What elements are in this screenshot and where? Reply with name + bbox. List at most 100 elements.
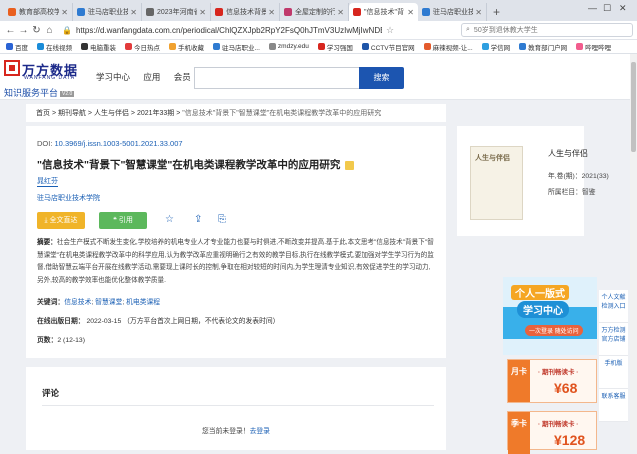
bookmark-item[interactable]: 教育部门户网 [519,42,567,52]
bookmark-star-icon[interactable]: ☆ [386,25,394,36]
reload-icon[interactable]: ↻ [30,25,43,36]
pdf-icon[interactable] [345,160,355,170]
search-button[interactable]: 搜索 [359,67,404,89]
bookmark-item[interactable]: 在线视频 [37,42,72,52]
browser-search-input[interactable]: ⌕ 50岁到退休教大学生 [461,23,633,37]
close-tab-icon[interactable]: ✕ [199,8,206,17]
back-icon[interactable]: ← [4,25,17,36]
publish-date: 在线出版日期： 2022-03-15 （万方平台首次上网日期，不代表论文的发表时… [37,318,280,325]
journal-cover[interactable]: 人生与伴侣 [470,146,523,220]
bookmark-item[interactable]: 驻马店职业... [213,42,260,52]
browser-tab[interactable]: 驻马店职业技 ✕ [73,3,142,21]
login-prompt: 您当前未登录！去登录 [202,428,270,435]
bookmark-icon [37,43,44,50]
favicon-icon [146,8,154,16]
nav-apps[interactable]: 应用 [143,72,160,82]
bookmark-icon [268,43,276,50]
download-button[interactable]: ⤓ 全文直达 [37,212,85,229]
browser-tab[interactable]: 驻马店职业技 ✕ [418,3,487,21]
bookmark-icon [317,43,325,50]
tab-label: 教育部高校学 [19,9,60,16]
bookmark-icon [481,43,489,50]
article-title: "信息技术"背景下"智慧课堂"在机电类课程教学改革中的应用研究 [37,157,355,172]
close-tab-icon[interactable]: ✕ [61,8,68,17]
keyword-link[interactable]: 智慧课堂 [95,299,122,306]
monthly-card-promo[interactable]: 月卡 · 期刊畅读卡 · ¥68 [507,359,597,403]
browser-tab[interactable]: 2023年河南省 ✕ [142,3,211,21]
journal-name[interactable]: 人生与伴侣 [548,148,588,159]
scrollbar[interactable] [630,54,637,450]
close-tab-icon[interactable]: ✕ [130,8,137,17]
favicon-icon [284,8,292,16]
browser-tab[interactable]: "信息技术"背 ✕ [349,3,418,21]
bookmarks-bar: 百度 在线视频 电脑重装 今日热点 手机收藏 驻马店职业... zmdzy.edu 学习强国 C… [0,40,637,54]
affiliation-link[interactable]: 驻马店职业技术学院 [37,193,100,203]
close-tab-icon[interactable]: ✕ [268,8,275,17]
close-tab-icon[interactable]: ✕ [475,8,482,17]
cite-button[interactable]: ❝ 引用 [99,212,147,229]
breadcrumb-home[interactable]: 首页 [36,108,50,118]
customer-service-link[interactable]: 联系客服 [599,389,628,422]
mobile-version-link[interactable]: 手机版 [599,356,628,389]
bookmark-item[interactable]: CCTV节目官网 [361,42,415,52]
main-nav: 学习中心 应用 会员 [96,71,202,83]
breadcrumb: 首页 > 期刊导航 > 人生与伴侣 > 2021年33期 > "信息技术"背景下… [26,104,446,122]
favorite-star-icon[interactable]: ☆ [165,214,174,225]
favicon-icon [422,8,430,16]
quarterly-card-promo[interactable]: 季卡 · 期刊畅读卡 · ¥128 [507,411,597,454]
plagiarism-check-link[interactable]: 个人文献检测入口 [599,290,628,323]
bookmark-item[interactable]: 学习强国 [317,42,353,52]
version-badge: V2.0 [60,90,75,97]
forward-icon[interactable]: → [17,25,30,36]
bookmark-item[interactable]: zmdzy.edu [268,43,309,50]
bookmark-item[interactable]: 百度 [6,42,28,52]
tab-label: 信息技术背景 [226,9,267,16]
comments-title: 评论 [42,388,60,398]
browser-tab[interactable]: 全屋定制的行 ✕ [280,3,349,21]
article-card: DOI: 10.3969/j.issn.1003-5001.2021.33.00… [26,126,446,358]
journal-issue: 年,卷(期)：2021(33) [548,173,609,180]
bookmark-item[interactable]: 电脑重装 [81,42,116,52]
close-tab-icon[interactable]: ✕ [337,8,344,17]
close-tab-icon[interactable]: ✕ [407,8,414,17]
nav-learning-center[interactable]: 学习中心 [96,72,130,82]
bookmark-item[interactable]: 哔哩哔哩 [576,42,611,52]
journal-card: 人生与伴侣 人生与伴侣 年,卷(期)：2021(33) 所属栏目：智鉴 [457,126,609,236]
breadcrumb-issue[interactable]: 2021年33期 [137,108,174,118]
page-count: 页数：2 (12-13) [37,337,85,344]
site-header: 万方数据 WANFANG DATA 知识服务平台 V2.0 学习中心 应用 会员 … [0,54,637,100]
site-search-input[interactable] [194,67,359,89]
bookmark-item[interactable]: 学信网 [481,42,510,52]
maximize-icon[interactable]: ☐ [603,3,611,14]
bookmark-icon [169,43,176,50]
author-link[interactable]: 晁红芬 [37,176,58,187]
nav-membership[interactable]: 会员 [174,72,191,82]
bookmark-icon [213,43,220,50]
keyword-link[interactable]: 机电类课程 [126,299,160,306]
url-field[interactable]: 🔒 https://d.wanfangdata.com.cn/periodica… [62,23,382,37]
breadcrumb-journal[interactable]: 人生与伴侣 [94,108,129,118]
share-icon[interactable]: ⇪ [194,214,202,225]
bookmark-item[interactable]: 今日热点 [125,42,160,52]
new-tab-button[interactable]: + [493,3,500,21]
tab-label: 驻马店职业技 [88,9,129,16]
bookmark-item[interactable]: 麻辣视频-让... [423,42,473,52]
keyword-link[interactable]: 信息技术 [64,299,91,306]
minimize-icon[interactable]: — [588,3,597,13]
browser-tab[interactable]: 信息技术背景 ✕ [211,3,280,21]
bookmark-item[interactable]: 手机收藏 [169,42,204,52]
export-icon[interactable]: ⎘ [218,214,226,225]
browser-tab[interactable]: 教育部高校学 ✕ [4,3,73,21]
wanfang-logo[interactable]: 万方数据 WANFANG DATA 知识服务平台 V2.0 [4,60,78,98]
learning-center-banner[interactable]: 个人一版式 学习中心 一次登录 随处访问 [503,277,597,355]
doi: DOI: 10.3969/j.issn.1003-5001.2021.33.00… [37,139,183,148]
home-icon[interactable]: ⌂ [43,25,56,36]
official-store-link[interactable]: 万方检测官方店铺 [599,323,628,356]
login-link[interactable]: 去登录 [250,428,270,435]
bookmark-icon [6,43,13,50]
close-window-icon[interactable]: ✕ [619,3,627,14]
doi-link[interactable]: 10.3969/j.issn.1003-5001.2021.33.007 [55,139,183,148]
breadcrumb-journals[interactable]: 期刊导航 [58,108,86,118]
scrollbar-thumb[interactable] [631,62,636,152]
breadcrumb-current: "信息技术"背景下"智慧课堂"在机电类课程教学改革中的应用研究 [182,110,382,117]
